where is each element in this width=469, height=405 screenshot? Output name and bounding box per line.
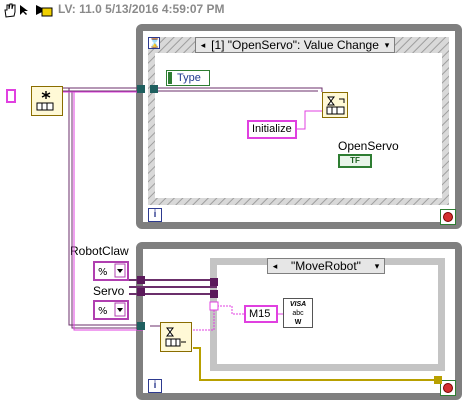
tunnel	[137, 276, 145, 284]
tunnel	[210, 290, 218, 298]
queue-wire	[63, 87, 323, 329]
tunnel	[434, 376, 442, 384]
tunnel	[137, 85, 145, 93]
tunnel	[209, 301, 219, 311]
tunnel	[150, 85, 158, 93]
tunnel	[137, 288, 145, 296]
wire-layer	[63, 85, 442, 384]
tunnel	[137, 322, 145, 330]
tunnel	[210, 278, 218, 286]
error-wire	[193, 347, 438, 381]
